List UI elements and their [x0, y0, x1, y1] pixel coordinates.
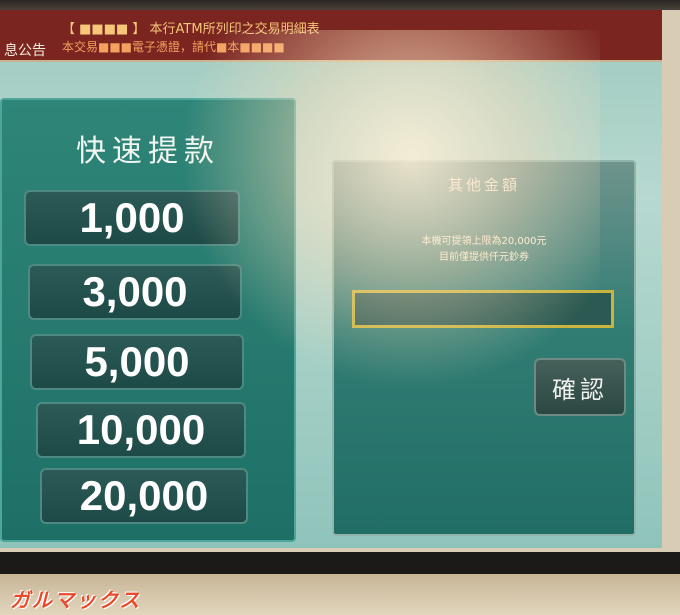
- other-amount-input[interactable]: [352, 290, 614, 328]
- ticker-message-line1: 【 ■■■■ 】 本行ATM所列印之交易明細表: [62, 22, 320, 37]
- amount-button-3000[interactable]: 3,000: [28, 264, 242, 320]
- screen-bezel-top: [0, 0, 680, 10]
- quick-withdraw-panel: 快速提款 1,000 3,000 5,000 10,000 20,000: [0, 98, 296, 542]
- amount-button-5000[interactable]: 5,000: [30, 334, 244, 390]
- amount-button-20000[interactable]: 20,000: [40, 468, 248, 524]
- atm-screen: 息公告 【 ■■■■ 】 本行ATM所列印之交易明細表 本交易■■■電子憑證，請…: [0, 10, 662, 548]
- ticker-message-line2: 本交易■■■電子憑證，請代■本■■■■: [62, 40, 285, 54]
- other-amount-panel: 其他金額 本機可提領上限為20,000元 目前僅提供仟元鈔券 確認: [332, 160, 636, 536]
- ticker-label: 息公告: [4, 43, 46, 59]
- amount-button-10000[interactable]: 10,000: [36, 402, 246, 458]
- quick-withdraw-title: 快速提款: [76, 134, 220, 169]
- amount-button-1000[interactable]: 1,000: [24, 190, 240, 246]
- withdraw-limit-notice: 本機可提領上限為20,000元: [421, 236, 547, 247]
- announcement-ticker: 息公告 【 ■■■■ 】 本行ATM所列印之交易明細表 本交易■■■電子憑證，請…: [0, 10, 662, 62]
- other-amount-title: 其他金額: [447, 176, 520, 194]
- watermark-logo: ガルマックス: [10, 588, 142, 612]
- confirm-button[interactable]: 確認: [534, 358, 626, 416]
- banknote-notice: 目前僅提供仟元鈔券: [439, 252, 529, 263]
